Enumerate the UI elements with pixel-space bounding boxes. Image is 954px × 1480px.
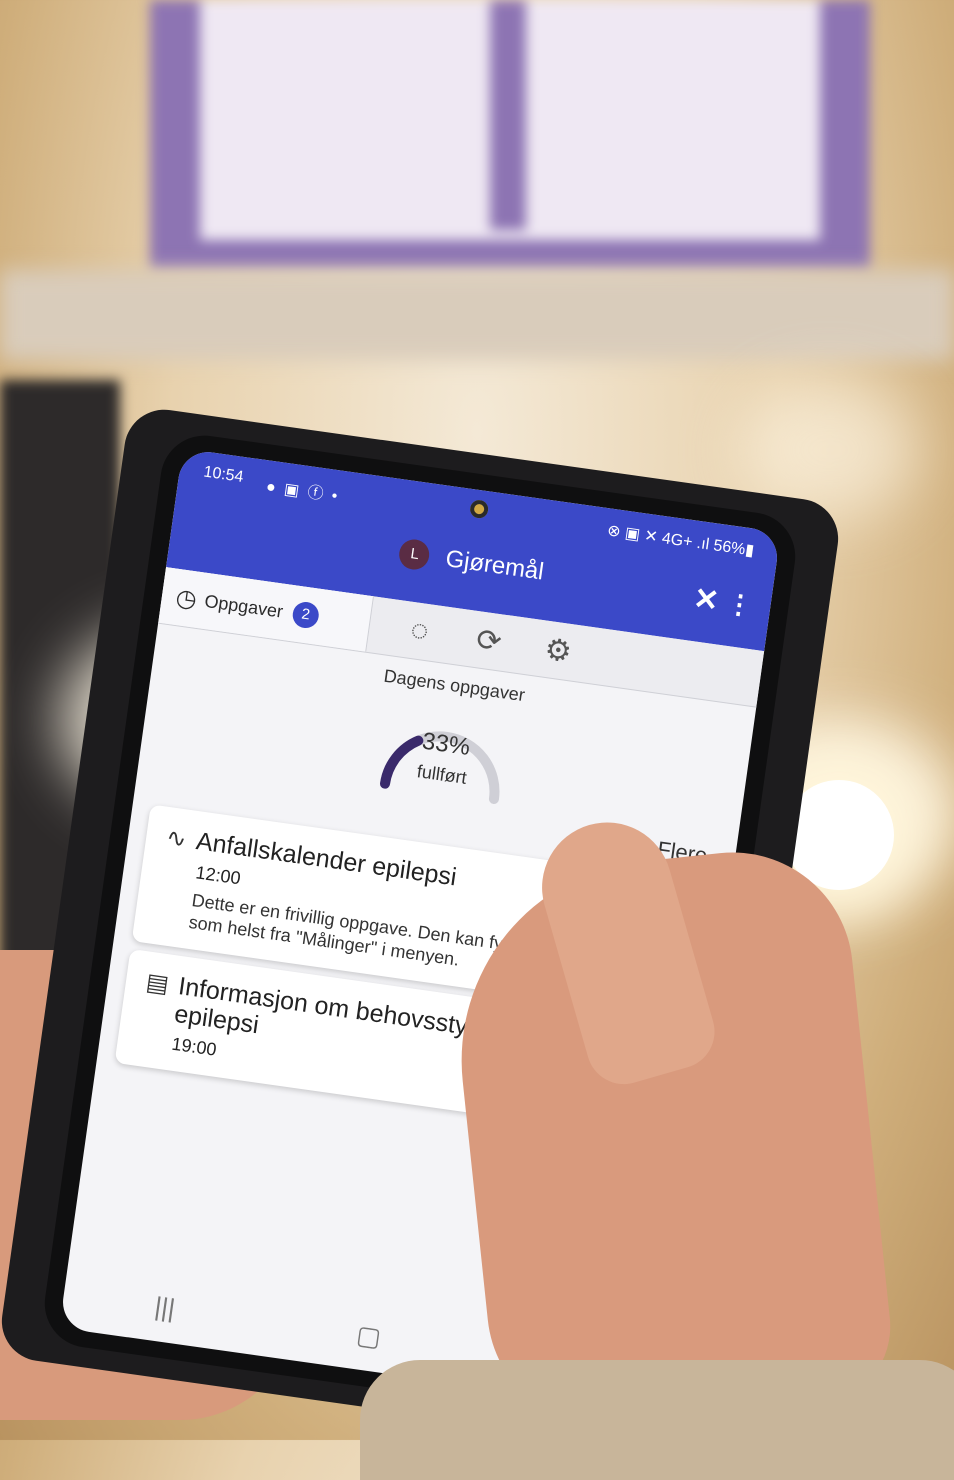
more-menu-icon[interactable]: ⋮ bbox=[724, 588, 754, 622]
book-icon: ▤ bbox=[144, 968, 171, 999]
status-time: 10:54 bbox=[202, 463, 245, 486]
status-indicators: ⊗ ▣ ✕ 4G+ .ıl 56%▮ bbox=[606, 522, 756, 560]
sweater-sleeve bbox=[360, 1360, 954, 1480]
tab-sync[interactable]: ⟳ bbox=[455, 609, 522, 673]
home-icon[interactable]: ▢ bbox=[354, 1319, 384, 1353]
progress-icon: ◌ bbox=[408, 612, 431, 649]
close-icon[interactable]: ✕ bbox=[691, 581, 721, 619]
window-mullion bbox=[490, 0, 526, 230]
tasks-count-badge: 2 bbox=[291, 600, 321, 630]
tab-tasks-label: Oppgaver bbox=[203, 590, 285, 622]
progress-gauge: 33% fullført bbox=[369, 697, 520, 806]
tab-progress[interactable]: ◌ bbox=[386, 599, 453, 663]
clock-check-icon: ◷ bbox=[174, 583, 199, 614]
recents-icon[interactable]: ||| bbox=[153, 1290, 177, 1324]
chart-line-icon: ∿ bbox=[164, 823, 189, 854]
avatar[interactable]: L bbox=[397, 537, 432, 572]
page-title: Gjøremål bbox=[443, 545, 546, 586]
settings-icon: ⚙ bbox=[542, 632, 574, 669]
status-notifications: ● ▣ ⓕ • bbox=[265, 478, 341, 506]
tab-settings[interactable]: ⚙ bbox=[525, 619, 592, 683]
background-beam bbox=[0, 270, 954, 360]
background-window bbox=[150, 0, 870, 270]
sync-icon: ⟳ bbox=[474, 622, 504, 659]
